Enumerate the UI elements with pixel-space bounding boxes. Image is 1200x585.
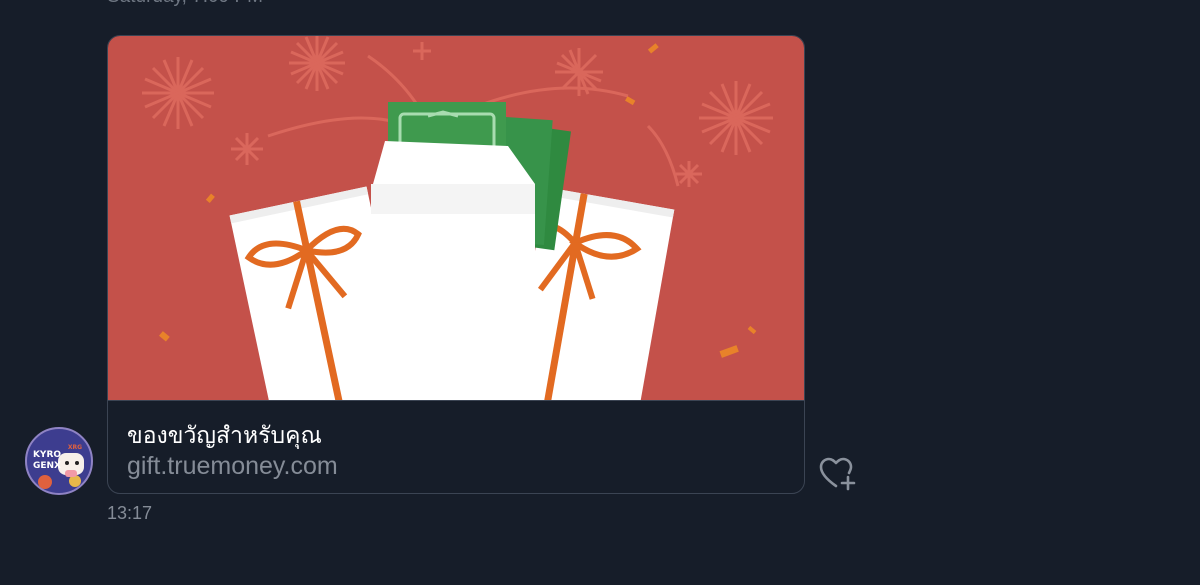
sender-avatar[interactable]: KYRO GENX XRG [25, 427, 93, 495]
link-title[interactable]: ของขวัญสำหรับคุณ [127, 418, 322, 454]
avatar-text-line2: GENX [33, 461, 61, 471]
link-domain[interactable]: gift.truemoney.com [127, 452, 338, 481]
link-preview-card[interactable]: ฿ ของขวัญสำหรับคุณ gift.truemoney.com [107, 35, 805, 494]
message-timestamp: 13:17 [107, 503, 153, 523]
heart-plus-icon[interactable] [818, 455, 858, 493]
avatar-text-line1: KYRO [33, 450, 61, 460]
avatar-badge: XRG [68, 444, 82, 451]
date-header: Saturday, 7:09 PM [107, 0, 263, 8]
card-divider [108, 400, 804, 401]
gift-envelope-illustration: ฿ [108, 36, 804, 400]
